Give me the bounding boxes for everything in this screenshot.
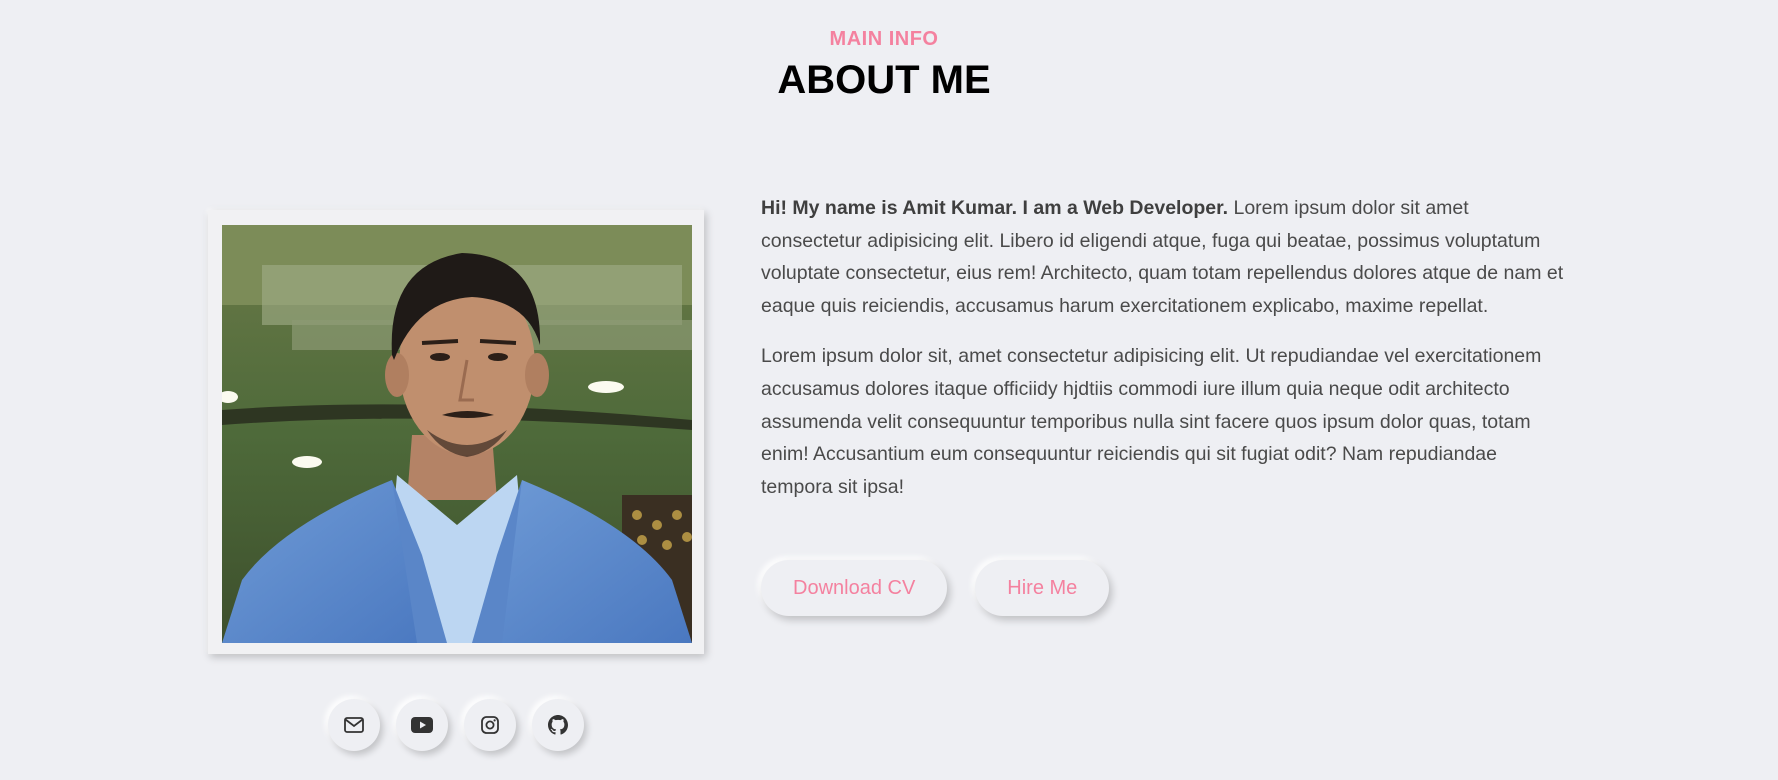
action-buttons: Download CV Hire Me <box>761 560 1110 616</box>
about-content: Hi! My name is Amit Kumar. I am a Web De… <box>761 192 1565 521</box>
github-link-button[interactable] <box>532 699 584 751</box>
about-second-paragraph: Lorem ipsum dolor sit, amet consectetur … <box>761 345 1542 498</box>
instagram-link-button[interactable] <box>464 699 516 751</box>
about-intro-paragraph: Hi! My name is Amit Kumar. I am a Web De… <box>761 192 1565 322</box>
instagram-icon <box>481 716 499 734</box>
section-title: ABOUT ME <box>777 58 991 102</box>
download-cv-button[interactable]: Download CV <box>761 560 948 616</box>
about-intro-bold: Hi! My name is Amit Kumar. I am a Web De… <box>761 197 1229 219</box>
youtube-link-button[interactable] <box>396 699 448 751</box>
envelope-icon <box>344 717 364 733</box>
email-link-button[interactable] <box>328 699 380 751</box>
youtube-icon <box>411 717 433 733</box>
section-subtitle: MAIN INFO <box>829 28 939 50</box>
social-links <box>328 699 584 751</box>
github-icon <box>548 715 568 735</box>
profile-photo-frame <box>208 210 704 654</box>
profile-photo <box>222 225 692 643</box>
hire-me-button[interactable]: Hire Me <box>975 560 1110 616</box>
